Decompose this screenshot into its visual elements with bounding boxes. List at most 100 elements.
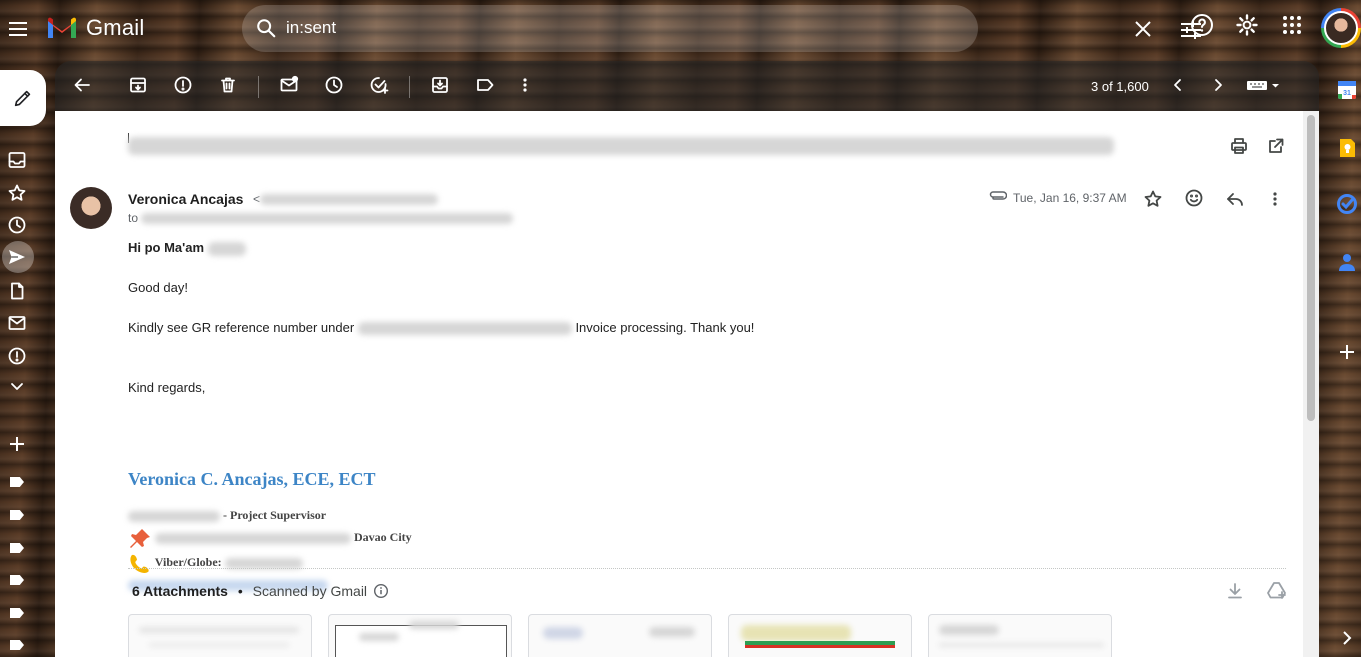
account-photo — [1324, 11, 1358, 45]
greeting-name-redacted — [207, 241, 246, 256]
attachments-count: 6 Attachments — [132, 583, 228, 599]
sender-avatar[interactable] — [70, 187, 112, 229]
main-menu-icon[interactable] — [6, 17, 30, 41]
archive-icon[interactable] — [128, 75, 148, 95]
spam-icon[interactable] — [7, 346, 27, 366]
show-side-panel-chevron-icon[interactable] — [1341, 630, 1353, 646]
label-icon[interactable] — [10, 477, 24, 487]
label-icon[interactable] — [10, 510, 24, 520]
attachment-card[interactable] — [128, 614, 312, 657]
svg-text:31: 31 — [1343, 90, 1351, 97]
recipients-redacted — [141, 213, 514, 225]
body-line-2-start: Kindly see GR reference number under — [128, 320, 355, 335]
label-icon[interactable] — [10, 608, 24, 618]
message-view: 3 of 1,600 Veronica Ancajas < to Tue, Ja… — [55, 61, 1319, 657]
contacts-icon[interactable] — [1336, 251, 1358, 273]
move-to-icon[interactable] — [430, 75, 450, 95]
attachment-preview — [359, 633, 399, 641]
message-date: Tue, Jan 16, 9:37 AM — [1013, 191, 1127, 205]
attachment-preview — [409, 621, 459, 629]
get-addons-plus-icon[interactable] — [1338, 343, 1356, 361]
keep-icon[interactable] — [1336, 137, 1358, 159]
search-input[interactable] — [286, 15, 846, 41]
reply-icon[interactable] — [1225, 189, 1245, 209]
clear-search-icon[interactable] — [1134, 20, 1152, 38]
greeting-text: Hi po Ma'am — [128, 240, 205, 255]
tasks-icon[interactable] — [1336, 193, 1358, 215]
snoozed-icon[interactable] — [7, 215, 27, 235]
company-redacted — [128, 510, 220, 522]
greeting-line: Hi po Ma'am — [128, 240, 246, 256]
open-new-window-icon[interactable] — [1266, 136, 1286, 156]
message-content: Veronica Ancajas < to Tue, Jan 16, 9:37 … — [55, 111, 1303, 657]
older-chevron-right-icon[interactable] — [1210, 75, 1226, 95]
info-icon[interactable] — [373, 583, 389, 599]
attachment-card[interactable] — [528, 614, 712, 657]
pencil-icon — [14, 90, 31, 107]
sender-email-redacted — [260, 194, 439, 206]
sent-icon[interactable] — [7, 247, 27, 267]
recipients-line[interactable]: to — [128, 211, 514, 225]
add-to-drive-icon[interactable] — [1266, 581, 1288, 601]
gmail-wordmark: Gmail — [86, 15, 145, 40]
attachment-preview — [741, 625, 851, 641]
phone-label: Viber/Globe: — [154, 554, 222, 569]
account-avatar[interactable] — [1321, 8, 1361, 48]
phone-redacted — [224, 557, 303, 569]
attachment-preview — [649, 627, 695, 637]
toolbar-divider — [409, 76, 410, 98]
label-icon[interactable] — [10, 640, 24, 650]
apps-grid-icon[interactable] — [1280, 13, 1304, 37]
help-icon[interactable] — [1190, 13, 1214, 37]
inbox-icon[interactable] — [7, 150, 27, 170]
top-bar: Gmail — [0, 0, 1361, 58]
add-to-tasks-icon[interactable] — [369, 75, 389, 95]
signature-title: - Project Supervisor — [223, 508, 327, 522]
scanned-by-gmail: Scanned by Gmail — [252, 583, 368, 599]
star-icon[interactable] — [1143, 189, 1163, 209]
calendar-icon[interactable]: 31 — [1336, 79, 1358, 101]
attachment-card[interactable] — [728, 614, 912, 657]
attachment-card[interactable] — [928, 614, 1112, 657]
attachment-preview — [335, 625, 507, 657]
search-bar — [242, 5, 1201, 52]
report-spam-icon[interactable] — [173, 75, 193, 95]
signature-city: Davao City — [354, 529, 412, 544]
input-tools-keyboard-icon[interactable] — [1245, 75, 1281, 95]
attachment-preview — [149, 643, 289, 647]
mark-unread-icon[interactable] — [279, 75, 299, 95]
message-counter: 3 of 1,600 — [1091, 79, 1149, 94]
signature-title-line: - Project Supervisor — [128, 508, 326, 523]
label-icon[interactable] — [10, 575, 24, 585]
sender-email: < — [253, 192, 439, 206]
starred-icon[interactable] — [7, 183, 27, 203]
more-chevron-icon[interactable] — [7, 380, 27, 394]
create-label-plus-icon[interactable] — [7, 434, 27, 454]
message-toolbar: 3 of 1,600 — [55, 61, 1319, 111]
drafts-icon[interactable] — [7, 281, 27, 301]
search-icon[interactable] — [255, 17, 277, 39]
download-all-icon[interactable] — [1225, 581, 1245, 601]
closing-line: Kind regards, — [128, 380, 206, 395]
label-tag-icon[interactable] — [475, 75, 495, 95]
all-mail-icon[interactable] — [7, 313, 27, 333]
newer-chevron-left-icon[interactable] — [1170, 75, 1186, 95]
more-options-icon[interactable] — [517, 75, 533, 95]
back-arrow-icon[interactable] — [72, 75, 92, 95]
snooze-clock-icon[interactable] — [324, 75, 344, 95]
message-more-icon[interactable] — [1267, 189, 1283, 209]
scrollbar-thumb[interactable] — [1307, 115, 1315, 421]
emoji-reaction-icon[interactable] — [1184, 188, 1204, 208]
attachments-separator: • — [237, 583, 243, 599]
label-icon[interactable] — [10, 543, 24, 553]
attachment-paperclip-icon — [987, 190, 1007, 204]
content-scrollbar[interactable] — [1303, 111, 1319, 657]
settings-gear-icon[interactable] — [1235, 13, 1259, 37]
delete-trash-icon[interactable] — [218, 75, 238, 95]
toolbar-divider — [258, 76, 259, 98]
print-icon[interactable] — [1229, 136, 1249, 156]
gmail-logo[interactable]: Gmail — [46, 15, 144, 41]
attachment-card[interactable] — [328, 614, 512, 657]
compose-button[interactable] — [0, 70, 46, 126]
sender-name[interactable]: Veronica Ancajas — [128, 191, 243, 207]
